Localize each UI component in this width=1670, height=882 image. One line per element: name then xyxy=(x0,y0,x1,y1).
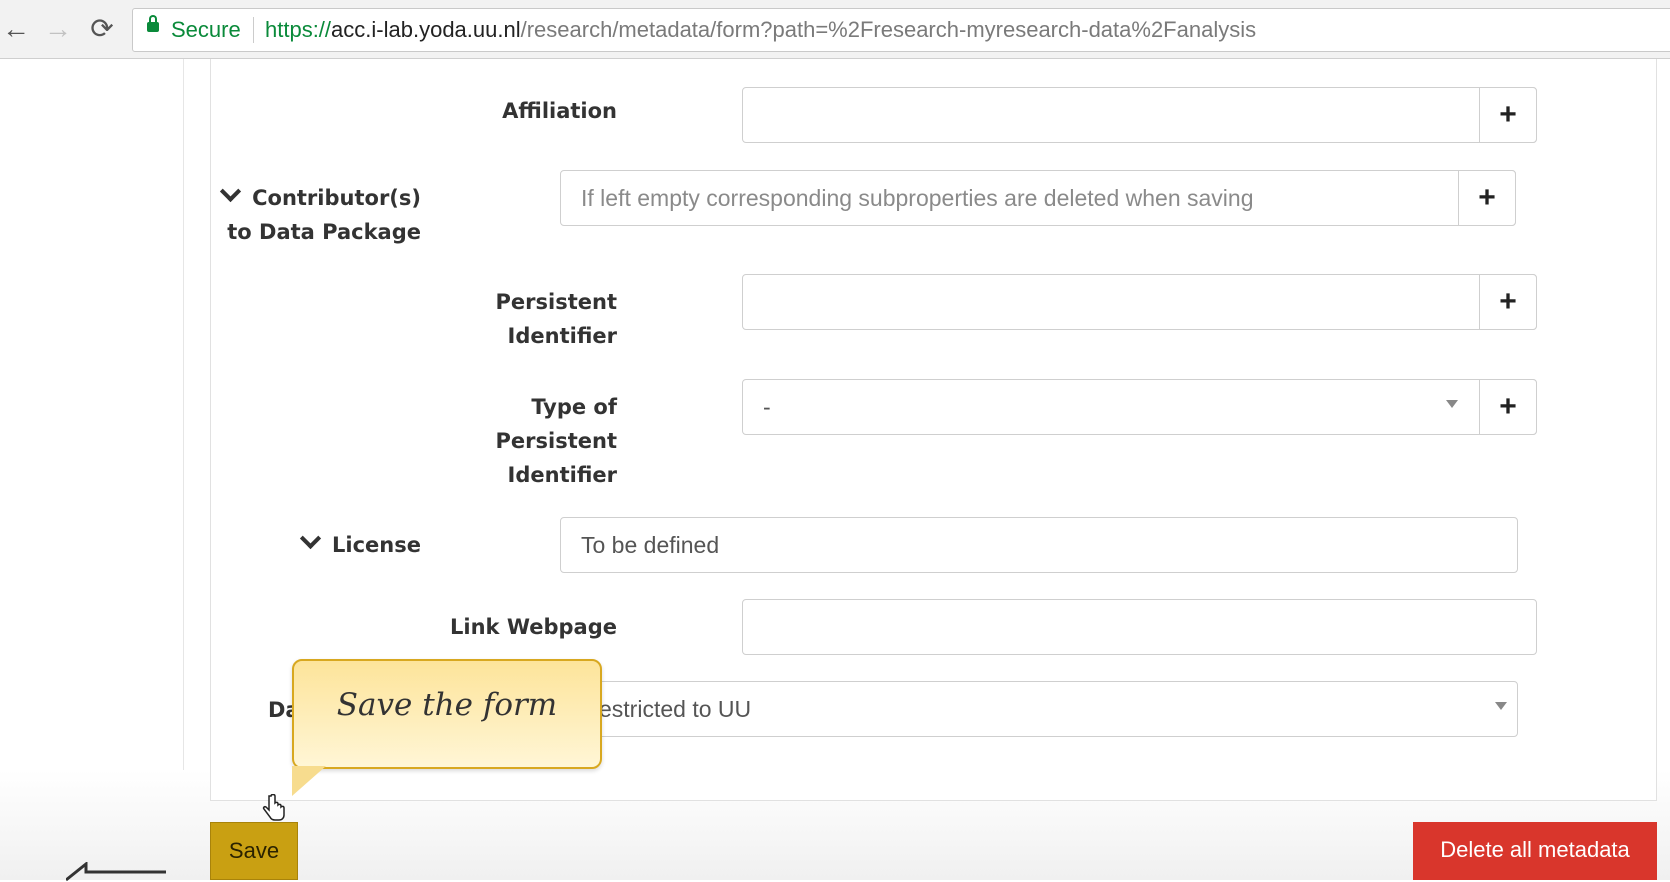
forward-arrow-icon[interactable]: → xyxy=(42,12,74,46)
chevron-down-icon[interactable] xyxy=(220,180,242,203)
browser-toolbar: ← → ⟳ Secure https://acc.i-lab.yoda.uu.n… xyxy=(0,0,1670,59)
type-label-line2: Persistent xyxy=(495,429,617,453)
back-arrow-outline-icon xyxy=(66,862,166,882)
back-arrow-icon[interactable]: ← xyxy=(0,12,32,46)
dropdown-caret-icon[interactable] xyxy=(1495,702,1507,710)
affiliation-field[interactable]: + xyxy=(742,87,1537,143)
persistent-identifier-label: Persistent Identifier xyxy=(420,285,617,353)
persistent-identifier-field[interactable]: + xyxy=(742,274,1537,330)
tooltip-tail xyxy=(292,766,326,796)
affiliation-input[interactable] xyxy=(763,88,1516,142)
data-access-value: estricted to UU xyxy=(599,696,752,722)
save-tooltip: Save the form xyxy=(292,659,602,769)
left-sidebar xyxy=(0,59,184,880)
persistent-identifier-label-line2: Identifier xyxy=(507,324,617,348)
contributors-field[interactable]: + xyxy=(560,170,1516,226)
persistent-identifier-add-button[interactable]: + xyxy=(1479,274,1537,330)
type-label-line1: Type of xyxy=(531,395,617,419)
link-webpage-input[interactable] xyxy=(763,600,1516,654)
type-add-button[interactable]: + xyxy=(1479,379,1537,435)
lock-icon xyxy=(147,15,159,32)
type-select-value: - xyxy=(763,394,771,420)
address-bar[interactable]: Secure https://acc.i-lab.yoda.uu.nl/rese… xyxy=(132,8,1670,52)
url-text[interactable]: https://acc.i-lab.yoda.uu.nl/research/me… xyxy=(265,17,1256,43)
contributors-label-line1: Contributor(s) xyxy=(252,186,421,210)
license-label[interactable]: License xyxy=(299,527,421,562)
contributors-label[interactable]: Contributor(s) to Data Package xyxy=(200,180,421,249)
license-field[interactable] xyxy=(560,517,1518,573)
save-button[interactable]: Save xyxy=(210,822,298,880)
type-of-persistent-identifier-select[interactable]: - + xyxy=(742,379,1537,435)
secure-label: Secure xyxy=(171,17,241,42)
reload-icon[interactable]: ⟳ xyxy=(86,12,118,46)
address-separator xyxy=(253,17,254,43)
link-webpage-field[interactable] xyxy=(742,599,1537,655)
license-label-text: License xyxy=(332,533,421,557)
url-protocol: https:// xyxy=(265,17,332,42)
persistent-identifier-input[interactable] xyxy=(763,275,1516,329)
tooltip-text: Save the form xyxy=(336,687,558,723)
hand-cursor-icon xyxy=(262,794,285,821)
contributors-add-button[interactable]: + xyxy=(1458,170,1516,226)
url-host: acc.i-lab.yoda.uu.nl xyxy=(331,17,521,42)
license-input[interactable] xyxy=(581,518,1497,572)
dropdown-caret-icon[interactable] xyxy=(1446,400,1458,408)
contributors-label-line2: to Data Package xyxy=(227,220,421,244)
data-access-select[interactable]: estricted to UU xyxy=(560,681,1518,737)
persistent-identifier-label-line1: Persistent xyxy=(495,290,617,314)
affiliation-add-button[interactable]: + xyxy=(1479,87,1537,143)
affiliation-label: Affiliation xyxy=(502,99,617,123)
link-webpage-label: Link Webpage xyxy=(450,615,617,639)
contributors-input[interactable] xyxy=(581,171,1495,225)
chevron-down-icon[interactable] xyxy=(299,527,322,550)
url-path: /research/metadata/form?path=%2Fresearch… xyxy=(520,17,1257,42)
type-label-line3: Identifier xyxy=(507,463,617,487)
delete-all-metadata-button[interactable]: Delete all metadata xyxy=(1413,822,1657,880)
type-of-persistent-identifier-label: Type of Persistent Identifier xyxy=(420,390,617,492)
